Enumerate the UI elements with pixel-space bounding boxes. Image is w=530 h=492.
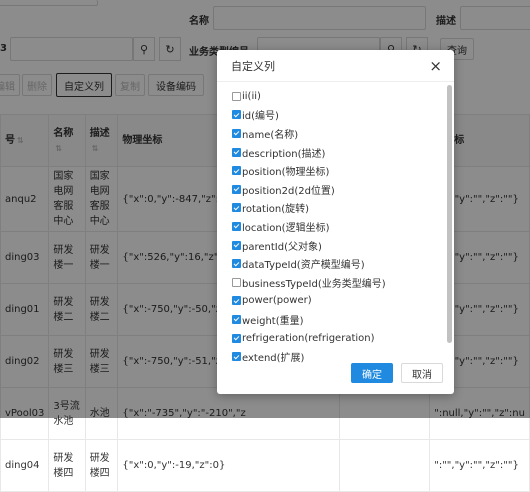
column-option-label: power(power) bbox=[242, 295, 312, 307]
column-option-label: position2d(2d位置) bbox=[242, 185, 335, 197]
column-option[interactable]: id(编号) bbox=[232, 106, 440, 125]
column-option[interactable]: parentId(父对象) bbox=[232, 236, 440, 255]
column-option[interactable]: dataTypeId(资产模型编号) bbox=[232, 254, 440, 273]
column-option-label: refrigeration(refrigeration) bbox=[242, 332, 375, 344]
column-option[interactable]: ii(ii) bbox=[232, 87, 440, 106]
table-cell-code: ding04 bbox=[0, 439, 50, 492]
column-option-label: extend(扩展) bbox=[242, 353, 305, 365]
checkbox-checked[interactable] bbox=[232, 110, 241, 120]
close-icon[interactable]: × bbox=[429, 57, 442, 75]
column-option-label: businessTypeId(业务类型编号) bbox=[242, 278, 386, 290]
checkbox-checked[interactable] bbox=[232, 259, 241, 269]
column-option[interactable]: name(名称) bbox=[232, 124, 440, 143]
checkbox-checked[interactable] bbox=[232, 352, 241, 362]
column-option-label: location(逻辑坐标) bbox=[242, 222, 330, 234]
column-option[interactable]: rotation(旋转) bbox=[232, 199, 440, 218]
column-checkbox-list: ii(ii) id(编号) name(名称) description(描述) posit… bbox=[232, 87, 440, 366]
checkbox-unchecked[interactable] bbox=[232, 277, 241, 287]
column-option-label: ii(ii) bbox=[242, 90, 261, 102]
table-cell-coord: {"x":0,"y":-19,"z":0} bbox=[117, 439, 340, 492]
column-option[interactable]: description(描述) bbox=[232, 143, 440, 162]
table-cell-loc bbox=[338, 439, 431, 492]
checkbox-checked[interactable] bbox=[232, 166, 241, 176]
cancel-button[interactable]: 取消 bbox=[401, 363, 443, 383]
column-option[interactable]: power(power) bbox=[232, 292, 440, 311]
table-cell-desc: 研发楼四 bbox=[84, 439, 119, 492]
checkbox-checked[interactable] bbox=[232, 221, 241, 231]
checkbox-checked[interactable] bbox=[232, 184, 241, 194]
column-option-label: name(名称) bbox=[242, 129, 299, 141]
dialog-title: 自定义列 bbox=[231, 59, 275, 73]
custom-columns-dialog: 自定义列 × ii(ii) id(编号) name(名称) description(描… bbox=[217, 50, 454, 394]
checkbox-checked[interactable] bbox=[232, 203, 241, 213]
dialog-header: 自定义列 × bbox=[217, 50, 454, 82]
table-row[interactable]: ding04 研发楼四 研发楼四 {"x":0,"y":-19,"z":0} ":"",… bbox=[0, 439, 530, 492]
column-option-label: position(物理坐标) bbox=[242, 167, 330, 179]
column-option-label: rotation(旋转) bbox=[242, 204, 310, 216]
column-option[interactable]: position2d(2d位置) bbox=[232, 180, 440, 199]
table-cell-coord2d: ":"","y":"","z":""} bbox=[429, 439, 530, 492]
column-option-label: parentId(父对象) bbox=[242, 241, 322, 253]
column-option[interactable]: weight(重量) bbox=[232, 310, 440, 329]
column-option[interactable]: position(物理坐标) bbox=[232, 161, 440, 180]
checkbox-unchecked[interactable] bbox=[232, 91, 241, 101]
column-option-label: weight(重量) bbox=[242, 315, 304, 327]
column-option[interactable]: businessTypeId(业务类型编号) bbox=[232, 273, 440, 292]
checkbox-checked[interactable] bbox=[232, 147, 241, 157]
checkbox-checked[interactable] bbox=[232, 128, 241, 138]
column-option-label: dataTypeId(资产模型编号) bbox=[242, 260, 365, 272]
column-option-label: id(编号) bbox=[242, 111, 279, 123]
column-option-label: description(描述) bbox=[242, 148, 326, 160]
checkbox-checked[interactable] bbox=[232, 333, 241, 343]
column-option[interactable]: location(逻辑坐标) bbox=[232, 217, 440, 236]
checkbox-checked[interactable] bbox=[232, 314, 241, 324]
column-option[interactable]: refrigeration(refrigeration) bbox=[232, 329, 440, 348]
checkbox-checked[interactable] bbox=[232, 296, 241, 306]
confirm-button[interactable]: 确定 bbox=[351, 363, 393, 383]
dialog-scrollbar[interactable] bbox=[447, 85, 452, 343]
table-cell-name: 研发楼四 bbox=[48, 439, 86, 492]
checkbox-checked[interactable] bbox=[232, 240, 241, 250]
